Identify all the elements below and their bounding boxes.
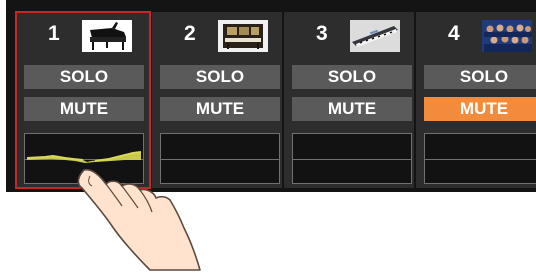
mixer-screen: 1 SOLO MUTE 2 SOLO MUTE 3 SOLO MUTE 4 SO… xyxy=(0,0,536,273)
pointing-hand-icon xyxy=(77,168,201,271)
